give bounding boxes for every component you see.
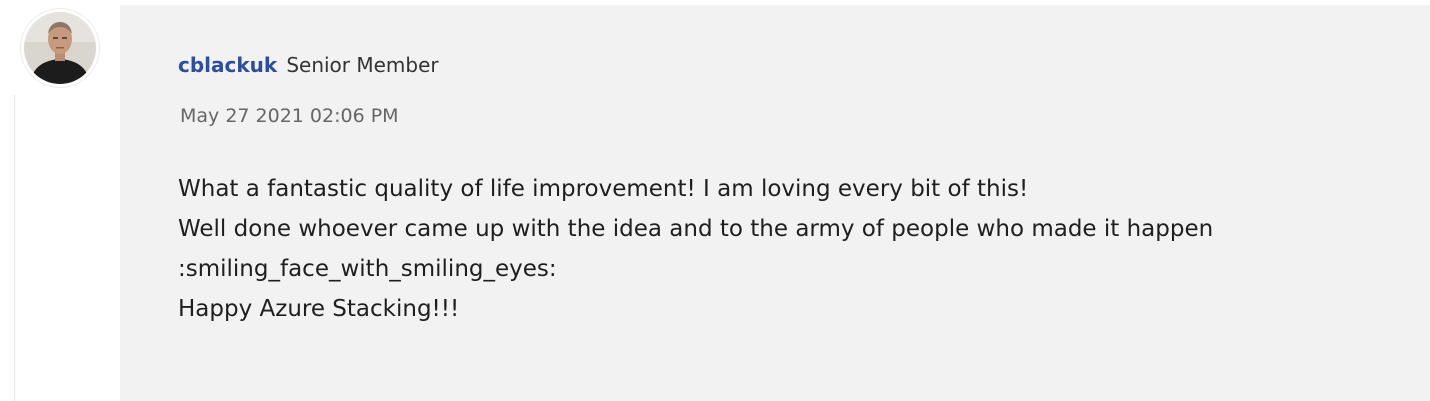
user-avatar-icon bbox=[24, 12, 96, 84]
author-rank-label: Senior Member bbox=[286, 53, 439, 77]
post-timestamp: May 27 2021 02:06 PM bbox=[180, 105, 399, 127]
comment-body-line: What a fantastic quality of life improve… bbox=[178, 176, 1029, 202]
thread-connector-line bbox=[14, 95, 15, 401]
comment-body: What a fantastic quality of life improve… bbox=[178, 169, 1423, 329]
comment-body-line: Happy Azure Stacking!!! bbox=[178, 296, 460, 322]
author-avatar[interactable] bbox=[21, 9, 99, 87]
comment-body-line: Well done whoever came up with the idea … bbox=[178, 216, 1214, 242]
comment-body-line: :smiling_face_with_smiling_eyes: bbox=[178, 256, 557, 282]
comment-thread: cblackuk Senior Member May 27 2021 02:06… bbox=[0, 0, 1430, 401]
comment-bubble: cblackuk Senior Member May 27 2021 02:06… bbox=[120, 5, 1430, 401]
author-name-link[interactable]: cblackuk bbox=[178, 53, 277, 77]
author-line: cblackuk Senior Member bbox=[178, 51, 439, 81]
